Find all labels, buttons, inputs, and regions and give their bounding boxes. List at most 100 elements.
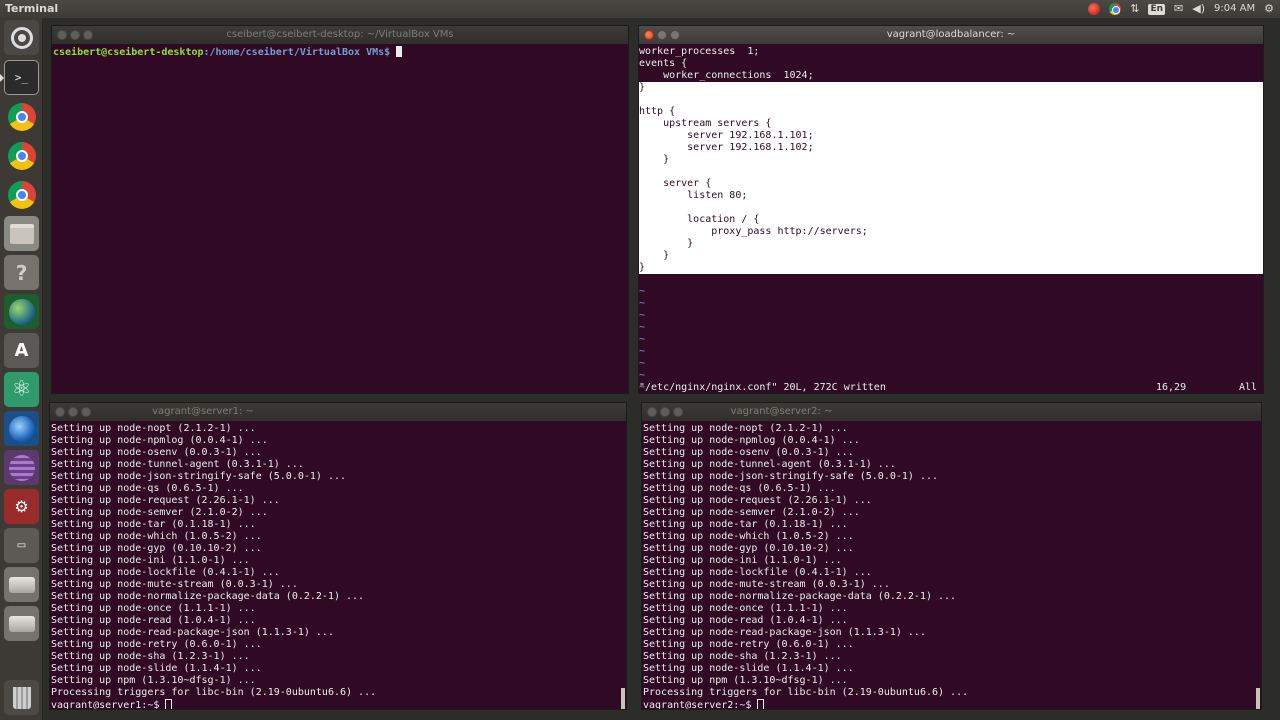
minimize-button[interactable] [68, 407, 78, 417]
titlebar-server1[interactable]: vagrant@server1: ~ [50, 403, 626, 421]
launcher-blue-app[interactable] [4, 411, 39, 446]
output-line: Processing triggers for libc-bin (2.19-0… [51, 687, 377, 698]
output-line: Setting up node-gyp (0.10.10-2) ... [643, 543, 854, 554]
text-cursor [396, 46, 403, 57]
output-line: Setting up node-nopt (2.1.2-1) ... [643, 423, 848, 434]
selected-code-line: location / { [639, 214, 760, 225]
volume-icon[interactable]: ◀) [1192, 0, 1205, 18]
titlebar-local[interactable]: cseibert@cseibert-desktop: ~/VirtualBox … [52, 26, 628, 44]
output-line: Setting up node-tar (0.1.18-1) ... [51, 519, 256, 530]
vim-tilde: ~ [639, 370, 646, 381]
top-panel: Terminal ⇅ En ✉ ◀) 9:04 AM ⚙ [0, 0, 1280, 18]
terminal-window-server1[interactable]: vagrant@server1: ~ Setting up node-nopt … [49, 402, 627, 710]
terminal-output-server2[interactable]: Setting up node-nopt (2.1.2-1) ... Settin… [642, 421, 1261, 710]
keyboard-language-indicator[interactable]: En [1148, 3, 1166, 15]
launcher-terminal[interactable]: >_ [4, 60, 39, 95]
launcher-system-settings[interactable]: ⚙ [4, 489, 39, 524]
output-line: Setting up npm (1.3.10~dfsg-1) ... [51, 675, 256, 686]
text-cursor [757, 699, 765, 709]
atom-icon: ⚛ [11, 377, 32, 402]
launcher-chrome-3[interactable] [4, 177, 39, 212]
launcher-purple-app[interactable] [4, 450, 39, 485]
window-title: vagrant@server1: ~ [152, 406, 254, 417]
launcher-trash[interactable] [4, 680, 39, 715]
output-line: Setting up node-which (1.0.5-2) ... [51, 531, 262, 542]
settings-icon[interactable]: ⚙ [1264, 0, 1274, 18]
minimize-button[interactable] [660, 407, 670, 417]
code-line: worker_connections 1024; [639, 70, 814, 81]
output-line: Setting up node-tar (0.1.18-1) ... [643, 519, 848, 530]
code-line: events { [639, 58, 688, 69]
launcher-globe[interactable] [4, 294, 39, 329]
network-icon[interactable]: ⇅ [1130, 0, 1139, 18]
output-line: Setting up node-json-stringify-safe (5.0… [51, 471, 347, 482]
vim-tilde: ~ [639, 310, 646, 321]
launcher-chrome-2[interactable] [4, 138, 39, 173]
vim-tilde: ~ [639, 298, 646, 309]
output-line: Setting up node-retry (0.6.0-1) ... [51, 639, 262, 650]
minimize-button[interactable] [70, 30, 80, 40]
output-line: Setting up node-request (2.26.1-1) ... [51, 495, 280, 506]
output-line: Setting up node-lockfile (0.4.1-1) ... [643, 567, 872, 578]
selected-code-line: } [639, 250, 670, 261]
titlebar-loadbalancer[interactable]: vagrant@loadbalancer: ~ [639, 26, 1263, 44]
scrollbar[interactable] [1256, 688, 1260, 709]
output-line: Setting up node-retry (0.6.0-1) ... [643, 639, 854, 650]
launcher: >_ ? A ⚛ ⚙ ▭ [0, 18, 43, 720]
output-line: Setting up node-mute-stream (0.0.3-1) ..… [643, 579, 890, 590]
mail-icon[interactable]: ✉ [1174, 0, 1183, 18]
terminal-output-server1[interactable]: Setting up node-nopt (2.1.2-1) ... Settin… [50, 421, 626, 710]
output-line: Processing triggers for libc-bin (2.19-0… [643, 687, 969, 698]
maximize-button[interactable] [81, 407, 91, 417]
vim-scroll-position: All [1239, 382, 1258, 393]
launcher-a-app[interactable]: A [4, 333, 39, 368]
launcher-files[interactable] [4, 216, 39, 251]
close-button[interactable] [57, 30, 67, 40]
text-cursor [165, 699, 173, 709]
prompt-text: vagrant@server2:~$ [643, 700, 758, 710]
vim-tilde: ~ [639, 358, 646, 369]
close-button[interactable] [647, 407, 657, 417]
minimize-button[interactable] [657, 30, 667, 40]
chrome-indicator-icon[interactable] [1109, 3, 1122, 15]
launcher-atom[interactable]: ⚛ [4, 372, 39, 407]
output-line: Setting up node-osenv (0.0.3-1) ... [643, 447, 854, 458]
launcher-drive-1[interactable] [4, 567, 39, 602]
vim-tilde: ~ [639, 346, 646, 357]
output-line: Setting up node-sha (1.2.3-1) ... [51, 651, 250, 662]
output-line: Setting up node-request (2.26.1-1) ... [643, 495, 872, 506]
maximize-button[interactable] [83, 30, 93, 40]
output-line: Setting up node-slide (1.1.4-1) ... [51, 663, 262, 674]
terminal-output-local[interactable]: cseibert@cseibert-desktop:/home/cseibert… [52, 44, 628, 59]
close-button[interactable] [55, 407, 65, 417]
dash-button[interactable] [4, 20, 39, 55]
selected-code-line: server 192.168.1.102; [639, 142, 814, 153]
selected-code-line: upstream servers { [639, 118, 772, 129]
terminal-window-server2[interactable]: vagrant@server2: ~ Setting up node-nopt … [641, 402, 1262, 710]
chrome-icon [7, 141, 36, 170]
maximize-button[interactable] [670, 30, 680, 40]
launcher-drive-2[interactable] [4, 606, 39, 641]
window-title: vagrant@server2: ~ [730, 406, 833, 417]
workspace-icon: ▭ [16, 540, 27, 551]
window-title: vagrant@loadbalancer: ~ [886, 29, 1016, 40]
maximize-button[interactable] [673, 407, 683, 417]
clock[interactable]: 9:04 AM [1214, 0, 1255, 18]
terminal-window-local[interactable]: cseibert@cseibert-desktop: ~/VirtualBox … [51, 25, 629, 394]
window-title: cseibert@cseibert-desktop: ~/VirtualBox … [226, 29, 454, 40]
launcher-chrome-1[interactable] [4, 99, 39, 134]
launcher-help[interactable]: ? [4, 255, 39, 290]
shell-prompt: vagrant@server1:~$ [51, 699, 626, 710]
titlebar-server2[interactable]: vagrant@server2: ~ [642, 403, 1261, 421]
vim-tilde: ~ [639, 322, 646, 333]
purple-sphere-icon [8, 454, 35, 481]
output-line: Setting up node-read (1.0.4-1) ... [51, 615, 256, 626]
scrollbar[interactable] [621, 688, 625, 709]
prompt-text: vagrant@server1:~$ [51, 700, 166, 710]
launcher-workspaces[interactable]: ▭ [4, 528, 39, 563]
record-indicator-icon[interactable] [1088, 3, 1101, 15]
terminal-window-loadbalancer[interactable]: vagrant@loadbalancer: ~ worker_processes… [638, 25, 1264, 394]
a-app-icon: A [14, 340, 29, 361]
vim-editor[interactable]: worker_processes 1; events { worker_conn… [639, 44, 1263, 393]
close-button[interactable] [644, 30, 654, 40]
